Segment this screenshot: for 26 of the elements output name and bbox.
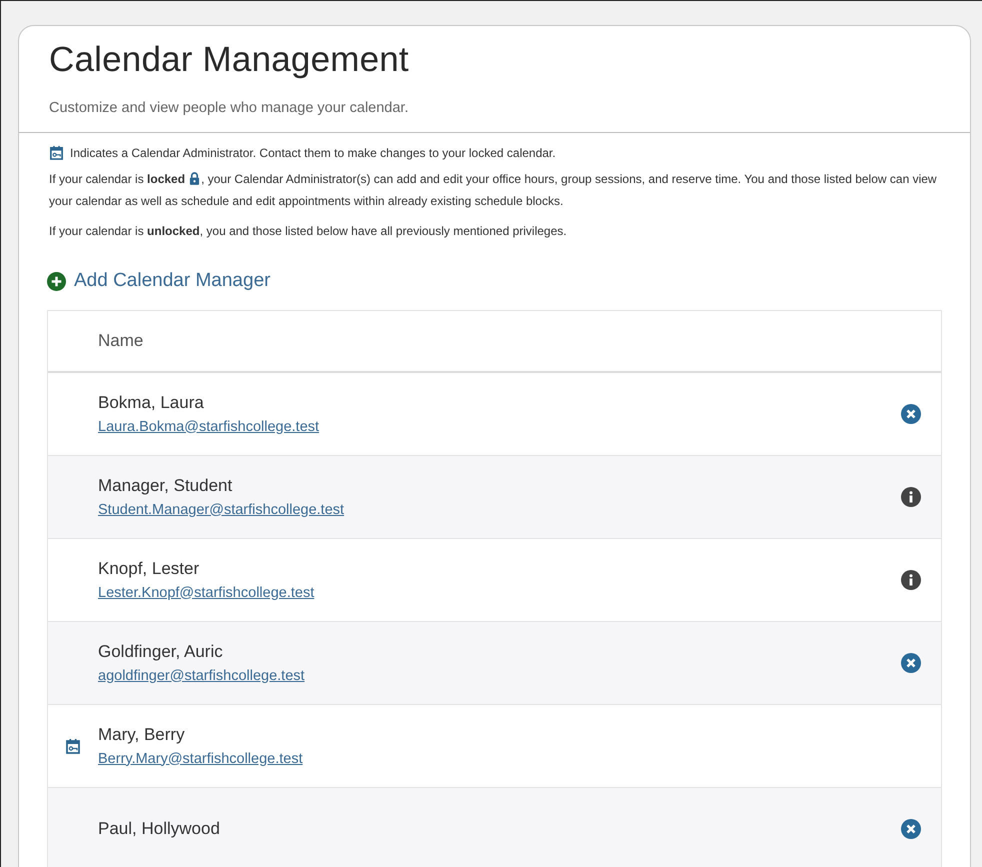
page-title: Calendar Management	[49, 40, 410, 80]
column-header: Name	[98, 330, 144, 350]
lock-icon	[189, 172, 200, 185]
info-icon[interactable]	[901, 570, 921, 590]
remove-icon[interactable]	[901, 652, 921, 672]
add-manager-link[interactable]: Add Calendar Manager	[47, 270, 270, 292]
note-text: If your calendar is locked , your Calendar Administrator(s) can add and edit your office hours, group sessions, and reserve time. You and those listed below can view your calendar as well as schedule and edit appointments within already existing schedule blocks.	[49, 171, 938, 210]
remove-icon[interactable]	[901, 404, 921, 424]
email-link[interactable]: Laura.Bokma@starfishcollege.test	[98, 418, 320, 434]
person-name: Bokma, Laura	[98, 392, 205, 412]
email-link[interactable]: Lester.Knopf@starfishcollege.test	[98, 584, 314, 600]
email-link[interactable]: agoldfinger@starfishcollege.test	[98, 668, 305, 684]
email-link[interactable]: Student.Manager@starfishcollege.test	[98, 502, 344, 518]
plus-icon	[47, 272, 66, 290]
email-link[interactable]: Berry.Mary@starfishcollege.test	[98, 750, 303, 766]
legend-text: Indicates a Calendar Administrator. Contact them to make changes to your locked calendar.	[70, 146, 556, 160]
remove-icon[interactable]	[901, 818, 921, 838]
person-name: Paul, Hollywood	[98, 818, 221, 838]
page-subtitle: Customize and view people who manage your calendar.	[49, 100, 410, 116]
note-text: If your calendar is unlocked, you and those listed below have all previously mentioned privileges.	[49, 224, 567, 238]
person-name: Knopf, Lester	[98, 558, 200, 578]
person-name: Goldfinger, Auric	[98, 642, 224, 662]
person-name: Manager, Student	[98, 476, 234, 496]
calendar-key-icon	[49, 145, 64, 160]
info-icon[interactable]	[901, 486, 921, 506]
person-name: Mary, Berry	[98, 724, 186, 744]
